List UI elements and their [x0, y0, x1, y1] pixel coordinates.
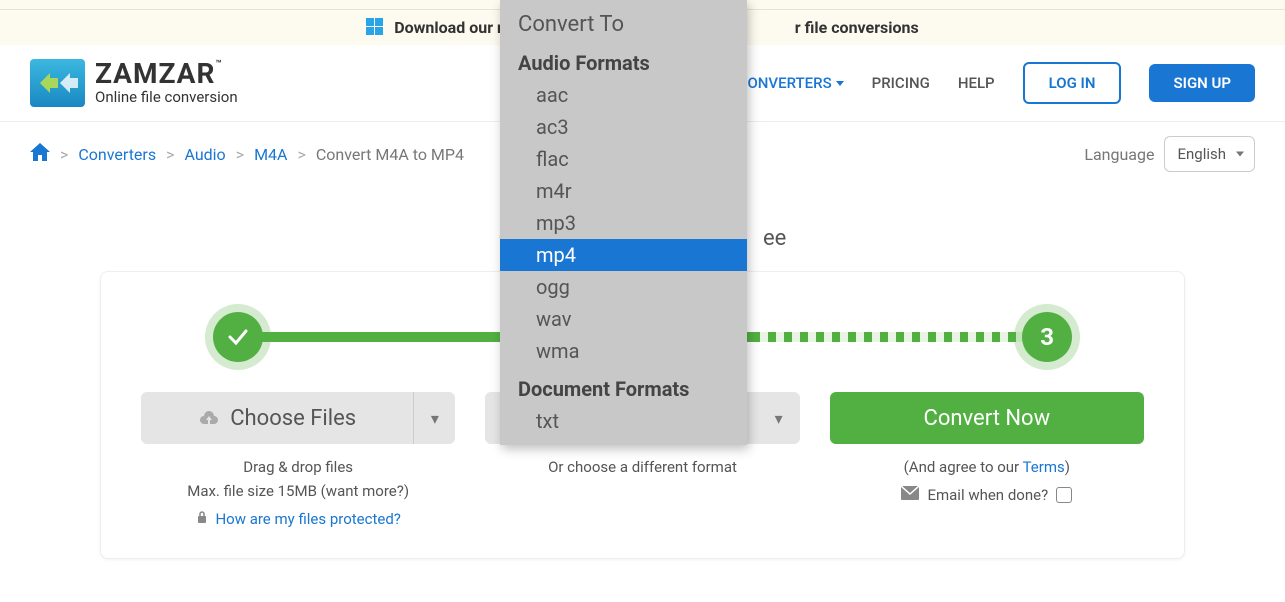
dropdown-document-header: Document Formats	[500, 367, 747, 405]
choose-column: Choose Files ▾ Drag & drop files Max. fi…	[141, 392, 455, 528]
max-size-hint: Max. file size 15MB (want more?)	[141, 482, 455, 500]
files-protected-link[interactable]: How are my files protected?	[215, 510, 400, 528]
signup-button[interactable]: SIGN UP	[1149, 64, 1255, 102]
dropdown-item-flac[interactable]: flac	[500, 143, 747, 175]
want-more-link[interactable]: want more?	[326, 482, 404, 500]
dropdown-item-wma[interactable]: wma	[500, 335, 747, 367]
step-3: 3	[1022, 312, 1072, 362]
home-icon[interactable]	[30, 143, 50, 165]
nav-pricing[interactable]: PRICING	[872, 74, 930, 92]
email-when-done-checkbox[interactable]	[1056, 487, 1072, 503]
format-hint: Or choose a different format	[485, 458, 799, 476]
dropdown-title: Convert To	[500, 0, 747, 41]
dropdown-item-ogg[interactable]: ogg	[500, 271, 747, 303]
dropdown-audio-header: Audio Formats	[500, 41, 747, 79]
convert-now-button[interactable]: Convert Now	[830, 392, 1144, 444]
dropdown-item-aac[interactable]: aac	[500, 79, 747, 111]
dropdown-item-txt[interactable]: txt	[500, 405, 747, 437]
convert-column: Convert Now (And agree to our Terms) Ema…	[830, 392, 1144, 528]
main-nav: CONVERTERS PRICING HELP LOG IN SIGN UP	[738, 62, 1255, 104]
lock-icon	[195, 510, 209, 528]
language-label: Language	[1084, 145, 1154, 164]
login-button[interactable]: LOG IN	[1023, 62, 1122, 104]
breadcrumb-converters[interactable]: Converters	[78, 145, 156, 164]
nav-help[interactable]: HELP	[958, 74, 995, 92]
language-select[interactable]: English	[1164, 136, 1255, 172]
format-caret-icon: ▾	[758, 392, 800, 444]
choose-files-button[interactable]: Choose Files ▾	[141, 392, 455, 444]
breadcrumb-audio[interactable]: Audio	[184, 145, 225, 164]
logo-icon	[30, 59, 85, 107]
choose-files-label: Choose Files	[230, 406, 356, 431]
chevron-down-icon	[836, 81, 844, 86]
dropdown-item-wav[interactable]: wav	[500, 303, 747, 335]
terms-link[interactable]: Terms	[1023, 458, 1065, 476]
windows-icon	[366, 18, 384, 36]
dropdown-item-mp4[interactable]: mp4	[500, 239, 747, 271]
breadcrumb-m4a[interactable]: M4A	[254, 145, 287, 164]
upload-cloud-icon	[198, 409, 220, 427]
breadcrumb-current: Convert M4A to MP4	[316, 145, 464, 164]
format-dropdown: Convert To Audio Formats aacac3flacm4rmp…	[500, 0, 747, 445]
choose-files-caret[interactable]: ▾	[413, 392, 455, 444]
logo[interactable]: ZAMZAR™ Online file conversion	[30, 59, 238, 107]
step-1-done	[213, 312, 263, 362]
dropdown-item-mp3[interactable]: mp3	[500, 207, 747, 239]
email-when-done-label: Email when done?	[927, 486, 1048, 504]
drag-drop-hint: Drag & drop files	[141, 458, 455, 476]
dropdown-item-m4r[interactable]: m4r	[500, 175, 747, 207]
mail-icon	[901, 486, 919, 504]
terms-hint: (And agree to our Terms)	[830, 458, 1144, 476]
nav-converters[interactable]: CONVERTERS	[738, 74, 844, 92]
promo-text-suffix: r file conversions	[795, 18, 919, 37]
dropdown-item-ac3[interactable]: ac3	[500, 111, 747, 143]
logo-tagline: Online file conversion	[95, 88, 238, 106]
logo-name: ZAMZAR™	[95, 60, 238, 88]
